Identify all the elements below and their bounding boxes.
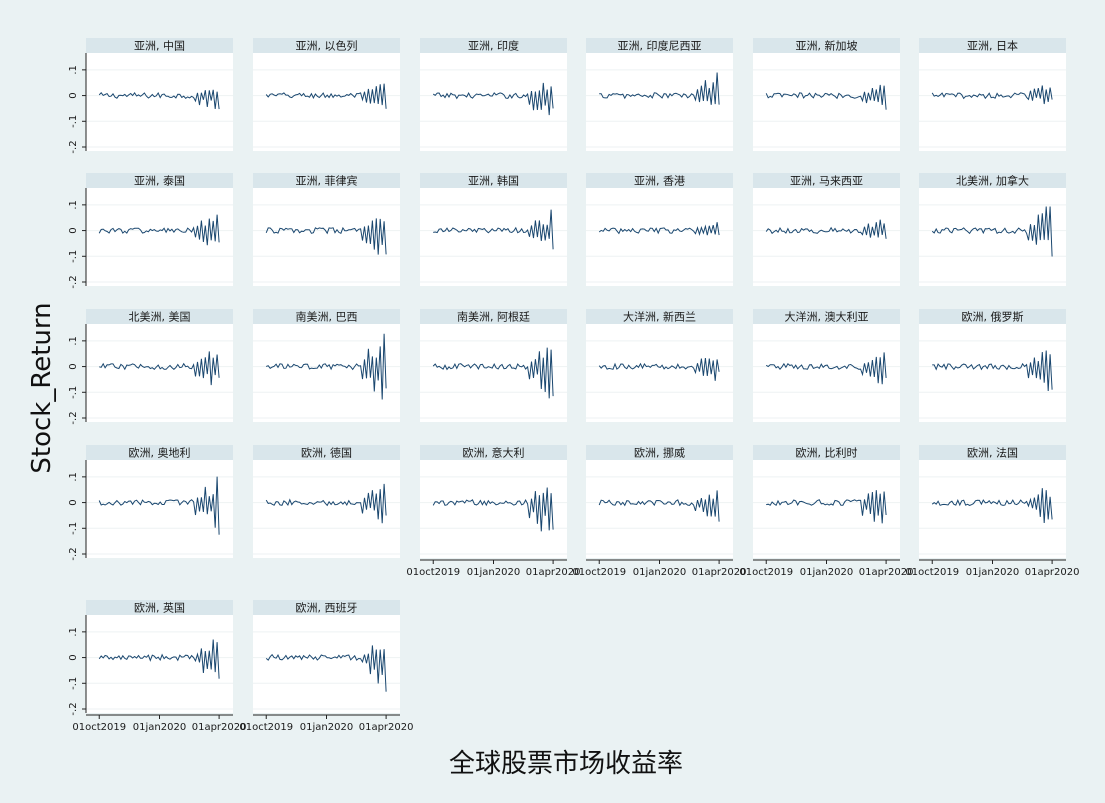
y-tick-label: -.1 (68, 522, 79, 535)
x-tick-label: 01oct2019 (905, 567, 959, 578)
y-axis-label: Stock_Return (27, 302, 57, 473)
panel-title: 北美洲, 加拿大 (956, 174, 1029, 188)
y-tick-label: 0 (68, 363, 79, 369)
panel-title: 欧洲, 英国 (134, 601, 185, 615)
panel: 亚洲, 中国 .1 0 -.1 -.2 (68, 38, 233, 154)
panel: 亚洲, 香港 (586, 173, 733, 286)
panel-title: 欧洲, 德国 (301, 446, 352, 460)
y-tick-label: 0 (68, 92, 79, 98)
panel-title: 亚洲, 香港 (634, 175, 685, 188)
panel-title: 亚洲, 以色列 (296, 39, 358, 53)
panel-title: 亚洲, 菲律宾 (296, 174, 358, 188)
panel-title: 欧洲, 挪威 (634, 446, 685, 460)
panels-group: 亚洲, 中国.10-.1-.2亚洲, 以色列 亚洲, 印度 亚洲, 印度尼西亚 亚洲,… (68, 38, 1079, 733)
panel: 欧洲, 比利时01oct2019 01jan2020 01apr2020 (739, 445, 913, 578)
y-tick-label: 0 (68, 227, 79, 233)
x-tick-label: 01oct2019 (72, 722, 126, 733)
x-tick-label: 01apr2020 (692, 567, 747, 578)
x-tick-label: 01oct2019 (739, 567, 793, 578)
panel: 亚洲, 泰国 .1 0 -.1 -.2 (68, 173, 233, 289)
x-tick-label: 01apr2020 (359, 722, 414, 733)
panel: 亚洲, 以色列 (253, 38, 400, 151)
panel: 北美洲, 加拿大 (919, 173, 1066, 286)
panel: 欧洲, 意大利01oct2019 01jan2020 01apr2020 (406, 445, 580, 578)
panel: 亚洲, 印度 (420, 38, 567, 151)
panel-title: 亚洲, 日本 (967, 39, 1018, 53)
panel-title: 亚洲, 中国 (134, 40, 185, 53)
chart-figure: Stock_Return 全球股票市场收益率 亚洲, 中国.10-.1-.2亚洲… (27, 38, 1079, 779)
panel: 亚洲, 印度尼西亚 (586, 38, 733, 151)
x-tick-label: 01jan2020 (133, 722, 186, 733)
panel-title: 欧洲, 西班牙 (296, 602, 358, 615)
plot-area (919, 460, 1066, 558)
panel-title: 亚洲, 新加坡 (796, 39, 858, 53)
panel-title: 大洋洲, 新西兰 (623, 310, 696, 324)
x-tick-label: 01jan2020 (966, 567, 1019, 578)
y-tick-label: .1 (68, 336, 79, 346)
y-tick-label: 0 (68, 654, 79, 660)
panel: 南美洲, 阿根廷 (420, 309, 567, 422)
panel-title: 欧洲, 意大利 (463, 446, 525, 460)
y-tick-label: -.1 (68, 677, 79, 690)
x-tick-label: 01jan2020 (300, 722, 353, 733)
y-tick-label: -.1 (68, 386, 79, 399)
panel-title: 北美洲, 美国 (129, 311, 191, 324)
panel: 亚洲, 新加坡 (753, 38, 900, 151)
panel-title: 欧洲, 奥地利 (129, 446, 191, 460)
panel: 南美洲, 巴西 (253, 309, 400, 422)
x-tick-label: 01jan2020 (800, 567, 853, 578)
x-tick-label: 01apr2020 (192, 722, 247, 733)
panel: 欧洲, 西班牙 01oct2019 01jan2020 01apr2020 (239, 600, 413, 733)
panel: 亚洲, 韩国 (420, 173, 567, 286)
panel-title: 欧洲, 俄罗斯 (962, 311, 1024, 324)
y-tick-label: -.1 (68, 115, 79, 128)
panel-title: 欧洲, 法国 (967, 446, 1018, 460)
panel: 欧洲, 俄罗斯 (919, 309, 1066, 422)
panel-title: 欧洲, 比利时 (796, 447, 858, 460)
plot-area (86, 53, 233, 151)
panel: 亚洲, 日本 (919, 38, 1066, 151)
plot-area (253, 188, 400, 286)
x-tick-label: 01oct2019 (406, 567, 460, 578)
y-tick-label: .1 (68, 200, 79, 210)
panel-title: 大洋洲, 澳大利亚 (785, 310, 869, 324)
y-tick-label: -.2 (68, 140, 79, 153)
panel: 北美洲, 美国 .1 0 -.1 -.2 (68, 309, 233, 425)
panel: 欧洲, 奥地利 .1 0 -.1 -.2 (68, 445, 233, 561)
x-tick-label: 01jan2020 (467, 567, 520, 578)
y-tick-label: .1 (68, 472, 79, 482)
panel-title: 亚洲, 马来西亚 (790, 175, 863, 188)
panel: 亚洲, 马来西亚 (753, 173, 900, 286)
panel: 欧洲, 挪威 01oct2019 01jan2020 01apr2020 (572, 445, 746, 578)
plot-area (586, 188, 733, 286)
x-tick-label: 01oct2019 (572, 567, 626, 578)
plot-area (253, 615, 400, 713)
y-tick-label: .1 (68, 65, 79, 75)
y-tick-label: 0 (68, 499, 79, 505)
y-tick-label: -.2 (68, 702, 79, 715)
panel-title: 亚洲, 韩国 (468, 174, 519, 188)
panel-title: 亚洲, 印度 (468, 39, 519, 53)
panel-title: 亚洲, 泰国 (134, 174, 185, 188)
panel-title: 亚洲, 印度尼西亚 (618, 39, 702, 53)
y-tick-label: -.2 (68, 411, 79, 424)
x-tick-label: 01apr2020 (1025, 567, 1080, 578)
panel: 欧洲, 英国 .1 0 -.1 -.2 01oct2019 01jan2020 01apr20… (68, 600, 246, 733)
panel: 大洋洲, 新西兰 (586, 309, 733, 422)
x-tick-label: 01oct2019 (239, 722, 293, 733)
y-tick-label: .1 (68, 627, 79, 637)
plot-area (420, 324, 567, 422)
x-axis-label: 全球股票市场收益率 (449, 749, 683, 779)
panel: 大洋洲, 澳大利亚 (753, 309, 900, 422)
panel: 欧洲, 德国 (253, 445, 400, 558)
panel: 亚洲, 菲律宾 (253, 173, 400, 286)
panel-title: 南美洲, 巴西 (296, 311, 358, 324)
y-tick-label: -.2 (68, 275, 79, 288)
y-tick-label: -.2 (68, 547, 79, 560)
y-tick-label: -.1 (68, 250, 79, 263)
panel-title: 南美洲, 阿根廷 (457, 310, 530, 324)
plot-area (253, 460, 400, 558)
panel: 欧洲, 法国 01oct2019 01jan2020 01apr2020 (905, 445, 1079, 578)
x-tick-label: 01jan2020 (633, 567, 686, 578)
